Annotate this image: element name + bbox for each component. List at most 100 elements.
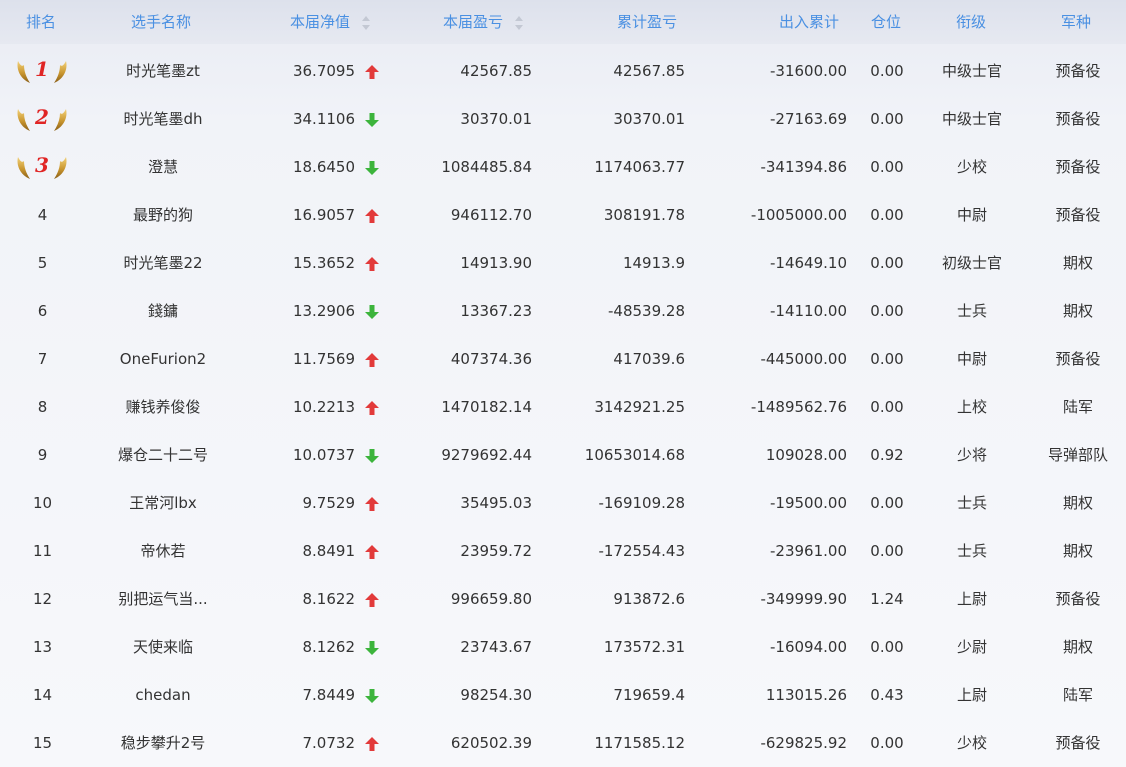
trend-cell xyxy=(362,335,382,383)
rank-cell: 4 xyxy=(0,191,85,239)
header-cumulative-pnl: 累计盈亏 xyxy=(617,13,678,31)
arrow-up-icon xyxy=(365,544,379,559)
arm-value: 预备役 xyxy=(1055,350,1101,368)
cumulative-pnl-value: 308191.78 xyxy=(603,206,685,224)
laurel-medal-icon: 2 xyxy=(14,103,70,135)
table-header: 排名 选手名称 本届净值 本届盈亏 累计盈亏 出入累计 仓位 衔级 军种 xyxy=(0,0,1126,44)
medal-rank-number: 2 xyxy=(35,105,49,129)
position-value: 0.92 xyxy=(870,446,904,464)
position-value: 0.00 xyxy=(870,638,904,656)
table-row[interactable]: 5 时光笔墨22 15.3652 14913.90 14913.9 -14649… xyxy=(0,239,1126,287)
table-row[interactable]: 2 时光笔墨dh 34.1106 30370.01 30370.01 -2716… xyxy=(0,95,1126,143)
nav-value: 8.1262 xyxy=(302,638,356,656)
inout-value: -1005000.00 xyxy=(750,206,847,224)
table-row[interactable]: 6 錢鏞 13.2906 13367.23 -48539.28 -14110.0… xyxy=(0,287,1126,335)
nav-value: 10.0737 xyxy=(292,446,355,464)
arrow-up-icon xyxy=(365,352,379,367)
header-nav-sortable[interactable]: 本届净值 xyxy=(290,0,371,44)
rank-cell: 1 xyxy=(0,47,85,95)
nav-value: 7.8449 xyxy=(302,686,356,704)
grade-value: 少将 xyxy=(956,446,987,464)
header-inout: 出入累计 xyxy=(779,13,840,31)
rank-number: 12 xyxy=(32,590,53,608)
player-name[interactable]: 赚钱养俊俊 xyxy=(85,383,241,431)
header-position: 仓位 xyxy=(871,13,902,31)
nav-value: 16.9057 xyxy=(292,206,355,224)
player-name[interactable]: 王常河lbx xyxy=(85,479,241,527)
table-row[interactable]: 7 OneFurion2 11.7569 407374.36 417039.6 … xyxy=(0,335,1126,383)
trend-cell xyxy=(362,143,382,191)
player-name[interactable]: 爆仓二十二号 xyxy=(85,431,241,479)
rank-cell: 7 xyxy=(0,335,85,383)
grade-value: 上校 xyxy=(956,398,987,416)
arm-value: 期权 xyxy=(1062,494,1093,512)
ranking-board: 排名 选手名称 本届净值 本届盈亏 累计盈亏 出入累计 仓位 衔级 军种 1 时… xyxy=(0,0,1126,767)
trend-cell xyxy=(362,287,382,335)
arrow-up-icon xyxy=(365,64,379,79)
trend-cell xyxy=(362,191,382,239)
player-name[interactable]: 稳步攀升2号 xyxy=(85,719,241,767)
grade-value: 士兵 xyxy=(956,302,987,320)
nav-value: 13.2906 xyxy=(292,302,355,320)
arrow-up-icon xyxy=(365,208,379,223)
grade-value: 士兵 xyxy=(956,542,987,560)
position-value: 0.00 xyxy=(870,734,904,752)
table-row[interactable]: 10 王常河lbx 9.7529 35495.03 -169109.28 -19… xyxy=(0,479,1126,527)
arrow-up-icon xyxy=(365,496,379,511)
rank-cell: 2 xyxy=(0,95,85,143)
player-name[interactable]: 帝休若 xyxy=(85,527,241,575)
current-pnl-value: 42567.85 xyxy=(460,62,532,80)
table-row[interactable]: 9 爆仓二十二号 10.0737 9279692.44 10653014.68 … xyxy=(0,431,1126,479)
rank-number: 15 xyxy=(32,734,53,752)
player-name[interactable]: 别把运气当... xyxy=(85,575,241,623)
sort-icon[interactable] xyxy=(362,15,371,30)
player-name[interactable]: chedan xyxy=(85,671,241,719)
arm-value: 期权 xyxy=(1062,542,1093,560)
player-name[interactable]: 时光笔墨zt xyxy=(85,47,241,95)
table-row[interactable]: 14 chedan 7.8449 98254.30 719659.4 11301… xyxy=(0,671,1126,719)
position-value: 0.00 xyxy=(870,398,904,416)
table-row[interactable]: 12 别把运气当... 8.1622 996659.80 913872.6 -3… xyxy=(0,575,1126,623)
rank-number: 4 xyxy=(37,206,48,224)
rank-number: 6 xyxy=(37,302,48,320)
inout-value: -445000.00 xyxy=(760,350,847,368)
arrow-down-icon xyxy=(365,304,379,319)
table-row[interactable]: 4 最野的狗 16.9057 946112.70 308191.78 -1005… xyxy=(0,191,1126,239)
player-name[interactable]: 时光笔墨22 xyxy=(85,239,241,287)
player-name[interactable]: 天使来临 xyxy=(85,623,241,671)
current-pnl-value: 30370.01 xyxy=(460,110,532,128)
table-row[interactable]: 13 天使来临 8.1262 23743.67 173572.31 -16094… xyxy=(0,623,1126,671)
cumulative-pnl-value: 913872.6 xyxy=(613,590,685,608)
position-value: 0.00 xyxy=(870,62,904,80)
inout-value: -14649.10 xyxy=(770,254,847,272)
arrow-down-icon xyxy=(365,448,379,463)
table-row[interactable]: 3 澄慧 18.6450 1084485.84 1174063.77 -3413… xyxy=(0,143,1126,191)
current-pnl-value: 98254.30 xyxy=(460,686,532,704)
cumulative-pnl-value: 719659.4 xyxy=(613,686,685,704)
player-name[interactable]: OneFurion2 xyxy=(85,335,241,383)
nav-value: 15.3652 xyxy=(292,254,355,272)
table-row[interactable]: 11 帝休若 8.8491 23959.72 -172554.43 -23961… xyxy=(0,527,1126,575)
player-name[interactable]: 錢鏞 xyxy=(85,287,241,335)
arm-value: 期权 xyxy=(1062,638,1093,656)
trend-cell xyxy=(362,383,382,431)
rank-cell: 14 xyxy=(0,671,85,719)
sort-icon[interactable] xyxy=(515,15,524,30)
table-row[interactable]: 15 稳步攀升2号 7.0732 620502.39 1171585.12 -6… xyxy=(0,719,1126,767)
cumulative-pnl-value: -172554.43 xyxy=(598,542,685,560)
header-current-pnl-sortable[interactable]: 本届盈亏 xyxy=(443,0,524,44)
table-row[interactable]: 8 赚钱养俊俊 10.2213 1470182.14 3142921.25 -1… xyxy=(0,383,1126,431)
player-name[interactable]: 澄慧 xyxy=(85,143,241,191)
arrow-up-icon xyxy=(365,400,379,415)
trend-cell xyxy=(362,239,382,287)
player-name[interactable]: 时光笔墨dh xyxy=(85,95,241,143)
grade-value: 少尉 xyxy=(956,638,987,656)
position-value: 0.00 xyxy=(870,350,904,368)
current-pnl-value: 14913.90 xyxy=(460,254,532,272)
cumulative-pnl-value: 30370.01 xyxy=(613,110,685,128)
player-name[interactable]: 最野的狗 xyxy=(85,191,241,239)
table-row[interactable]: 1 时光笔墨zt 36.7095 42567.85 42567.85 -3160… xyxy=(0,47,1126,95)
current-pnl-value: 13367.23 xyxy=(460,302,532,320)
grade-value: 上尉 xyxy=(956,686,987,704)
arm-value: 预备役 xyxy=(1055,590,1101,608)
